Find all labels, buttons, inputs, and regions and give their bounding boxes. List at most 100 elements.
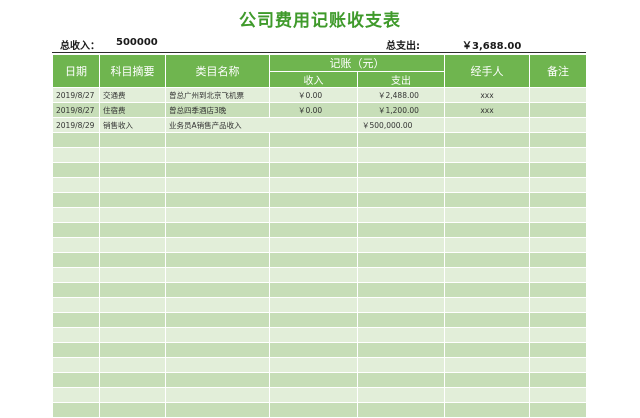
empty-cell[interactable]	[357, 147, 445, 163]
empty-cell[interactable]	[529, 282, 587, 298]
empty-cell[interactable]	[99, 282, 166, 298]
empty-cell[interactable]	[357, 252, 445, 268]
empty-cell[interactable]	[357, 267, 445, 283]
empty-cell[interactable]	[165, 312, 270, 328]
empty-cell[interactable]	[165, 402, 270, 418]
empty-cell[interactable]	[269, 162, 358, 178]
empty-cell[interactable]	[529, 357, 587, 373]
empty-cell[interactable]	[357, 312, 445, 328]
empty-cell[interactable]	[357, 162, 445, 178]
cell-category[interactable]: 曾总四季酒店3晚	[165, 102, 270, 118]
empty-cell[interactable]	[99, 147, 166, 163]
empty-cell[interactable]	[357, 177, 445, 193]
empty-cell[interactable]	[52, 357, 100, 373]
empty-cell[interactable]	[99, 192, 166, 208]
cell-income[interactable]: ￥0.00	[269, 87, 358, 103]
empty-cell[interactable]	[444, 222, 530, 238]
empty-cell[interactable]	[357, 402, 445, 418]
empty-cell[interactable]	[165, 372, 270, 388]
empty-cell[interactable]	[529, 252, 587, 268]
empty-cell[interactable]	[357, 372, 445, 388]
empty-cell[interactable]	[444, 147, 530, 163]
empty-cell[interactable]	[52, 372, 100, 388]
empty-cell[interactable]	[165, 192, 270, 208]
empty-cell[interactable]	[529, 267, 587, 283]
empty-cell[interactable]	[357, 222, 445, 238]
empty-cell[interactable]	[529, 177, 587, 193]
empty-cell[interactable]	[99, 207, 166, 223]
empty-cell[interactable]	[165, 342, 270, 358]
cell-date[interactable]: 2019/8/27	[52, 102, 100, 118]
empty-cell[interactable]	[444, 387, 530, 403]
empty-cell[interactable]	[444, 312, 530, 328]
empty-cell[interactable]	[269, 372, 358, 388]
cell-income[interactable]: ￥500,000.00	[357, 117, 445, 133]
empty-cell[interactable]	[444, 327, 530, 343]
empty-cell[interactable]	[444, 252, 530, 268]
empty-cell[interactable]	[357, 297, 445, 313]
empty-cell[interactable]	[529, 192, 587, 208]
empty-cell[interactable]	[444, 297, 530, 313]
cell-income[interactable]: ￥0.00	[269, 102, 358, 118]
cell-subject[interactable]: 住宿费	[99, 102, 166, 118]
empty-cell[interactable]	[444, 342, 530, 358]
empty-cell[interactable]	[269, 327, 358, 343]
empty-cell[interactable]	[52, 327, 100, 343]
empty-cell[interactable]	[357, 282, 445, 298]
empty-cell[interactable]	[99, 327, 166, 343]
empty-cell[interactable]	[99, 297, 166, 313]
empty-cell[interactable]	[357, 357, 445, 373]
total-expense-value[interactable]: ￥3,688.00	[462, 37, 521, 52]
empty-cell[interactable]	[269, 192, 358, 208]
empty-cell[interactable]	[52, 132, 100, 148]
empty-cell[interactable]	[99, 342, 166, 358]
empty-cell[interactable]	[99, 132, 166, 148]
empty-cell[interactable]	[99, 372, 166, 388]
empty-cell[interactable]	[529, 327, 587, 343]
empty-cell[interactable]	[99, 222, 166, 238]
empty-cell[interactable]	[52, 177, 100, 193]
empty-cell[interactable]	[269, 222, 358, 238]
empty-cell[interactable]	[99, 162, 166, 178]
empty-cell[interactable]	[165, 327, 270, 343]
empty-cell[interactable]	[269, 252, 358, 268]
cell-expense[interactable]: ￥2,488.00	[357, 87, 445, 103]
cell-handler[interactable]	[444, 117, 530, 133]
cell-category[interactable]: 业务员A销售产品收入	[165, 117, 358, 133]
empty-cell[interactable]	[444, 402, 530, 418]
empty-cell[interactable]	[444, 267, 530, 283]
empty-cell[interactable]	[269, 177, 358, 193]
empty-cell[interactable]	[52, 162, 100, 178]
empty-cell[interactable]	[99, 402, 166, 418]
empty-cell[interactable]	[165, 222, 270, 238]
empty-cell[interactable]	[269, 297, 358, 313]
empty-cell[interactable]	[269, 402, 358, 418]
empty-cell[interactable]	[165, 267, 270, 283]
empty-cell[interactable]	[529, 237, 587, 253]
empty-cell[interactable]	[357, 237, 445, 253]
total-income-value[interactable]: 500000	[116, 37, 158, 48]
empty-cell[interactable]	[444, 282, 530, 298]
empty-cell[interactable]	[165, 177, 270, 193]
empty-cell[interactable]	[357, 387, 445, 403]
empty-cell[interactable]	[529, 387, 587, 403]
empty-cell[interactable]	[529, 402, 587, 418]
empty-cell[interactable]	[529, 297, 587, 313]
cell-category[interactable]: 曾总广州到北京飞机票	[165, 87, 270, 103]
cell-subject[interactable]: 销售收入	[99, 117, 166, 133]
empty-cell[interactable]	[165, 282, 270, 298]
cell-remark[interactable]	[529, 102, 587, 118]
empty-cell[interactable]	[269, 357, 358, 373]
empty-cell[interactable]	[269, 282, 358, 298]
empty-cell[interactable]	[269, 267, 358, 283]
empty-cell[interactable]	[444, 162, 530, 178]
empty-cell[interactable]	[444, 207, 530, 223]
empty-cell[interactable]	[165, 252, 270, 268]
empty-cell[interactable]	[529, 372, 587, 388]
cell-date[interactable]: 2019/8/29	[52, 117, 100, 133]
cell-expense[interactable]: ￥1,200.00	[357, 102, 445, 118]
empty-cell[interactable]	[165, 387, 270, 403]
empty-cell[interactable]	[444, 237, 530, 253]
cell-remark[interactable]	[529, 117, 587, 133]
cell-date[interactable]: 2019/8/27	[52, 87, 100, 103]
